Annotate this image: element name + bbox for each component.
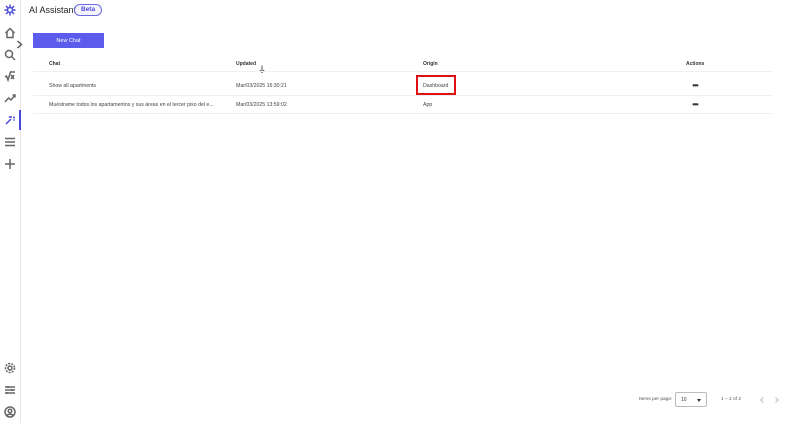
search-icon[interactable] <box>3 48 17 62</box>
beta-badge: Beta <box>74 4 103 16</box>
pagination-range: 1 – 2 of 2 <box>721 397 742 402</box>
chat-name-cell[interactable]: Show all apartments <box>49 83 96 89</box>
app-logo-icon[interactable] <box>3 3 17 17</box>
filter-sliders-icon[interactable] <box>3 383 17 397</box>
previous-page-icon[interactable] <box>759 396 765 404</box>
items-per-page-select[interactable]: 10 <box>675 392 707 407</box>
row-actions-more-icon[interactable]: ••• <box>690 100 700 109</box>
list-icon[interactable] <box>3 135 17 149</box>
header-divider <box>33 71 773 72</box>
column-header-actions: Actions <box>686 61 705 67</box>
sort-descending-arrow-icon[interactable] <box>259 60 265 74</box>
origin-cell: App <box>423 102 433 108</box>
updated-cell: Mar/03/2025 16:30:21 <box>236 83 287 89</box>
settings-icon[interactable] <box>3 361 17 375</box>
add-icon[interactable] <box>3 157 17 171</box>
sidebar <box>0 0 21 423</box>
page-size-value: 10 <box>681 397 687 403</box>
chat-name-cell[interactable]: Muéstrame todos los apartamentos y sus á… <box>49 102 214 108</box>
row-actions-more-icon[interactable]: ••• <box>690 81 700 90</box>
expand-sidebar-chevron-icon[interactable] <box>15 39 23 49</box>
home-icon[interactable] <box>3 26 17 40</box>
active-nav-indicator <box>19 110 21 130</box>
next-page-icon[interactable] <box>774 396 780 404</box>
new-chat-button[interactable]: New Chat <box>33 33 104 48</box>
column-header-origin[interactable]: Origin <box>423 61 438 67</box>
chart-trend-icon[interactable] <box>3 91 17 105</box>
row-divider <box>33 95 773 96</box>
dropdown-caret-icon <box>697 399 701 402</box>
column-header-chat[interactable]: Chat <box>49 61 60 67</box>
updated-cell: Mar/03/2025 13:59:02 <box>236 102 287 108</box>
page-title: AI Assistant <box>29 5 77 15</box>
formula-icon[interactable] <box>3 69 17 83</box>
items-per-page-label: Items per page: <box>639 397 673 402</box>
highlight-box <box>416 75 456 95</box>
row-divider <box>33 113 773 114</box>
column-header-updated[interactable]: Updated <box>236 61 256 67</box>
user-account-icon[interactable] <box>3 405 17 419</box>
ai-sparkle-icon[interactable] <box>3 113 17 127</box>
